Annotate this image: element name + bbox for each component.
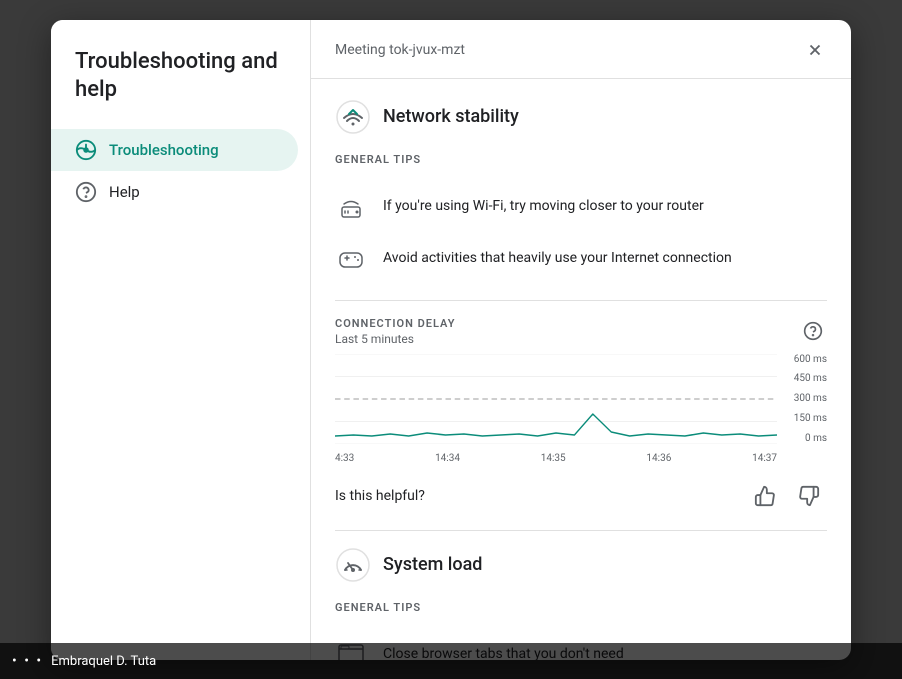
network-stability-title: Network stability: [383, 106, 519, 127]
connection-delay-header: CONNECTION DELAY Last 5 minutes: [335, 317, 827, 346]
helpful-row: Is this helpful?: [335, 478, 827, 514]
thumbs-up-button[interactable]: [747, 478, 783, 514]
general-tips-label-2: GENERAL TIPS: [335, 601, 827, 614]
helpful-text: Is this helpful?: [335, 488, 425, 504]
helpful-buttons: [747, 478, 827, 514]
connection-delay-chart: 600 ms 450 ms 300 ms 150 ms 0 ms: [335, 354, 827, 464]
system-load-header: System load: [335, 547, 827, 583]
troubleshooting-icon: [75, 139, 97, 161]
sidebar-item-help[interactable]: Help: [51, 171, 298, 213]
network-stability-icon: [335, 99, 371, 135]
sidebar-item-troubleshooting[interactable]: Troubleshooting: [51, 129, 298, 171]
divider-2: [335, 530, 827, 531]
main-header: Meeting tok-jvux-mzt: [311, 20, 851, 79]
y-label-150: 150 ms: [794, 413, 827, 424]
connection-delay-title: CONNECTION DELAY: [335, 317, 455, 330]
connection-delay-subtitle: Last 5 minutes: [335, 332, 455, 346]
y-label-600: 600 ms: [794, 354, 827, 365]
x-label-1437: 14:37: [752, 453, 777, 464]
y-label-300: 300 ms: [794, 393, 827, 404]
meeting-id: Meeting tok-jvux-mzt: [335, 42, 465, 58]
bottom-bar-dots: • • •: [12, 653, 43, 669]
tip-internet-text: Avoid activities that heavily use your I…: [383, 250, 732, 266]
general-tips-label-1: GENERAL TIPS: [335, 153, 827, 166]
x-label-433: 4:33: [335, 453, 354, 464]
system-load-icon: [335, 547, 371, 583]
tip-wifi-text: If you're using Wi-Fi, try moving closer…: [383, 198, 704, 214]
modal-overlay: Troubleshooting and help Troubleshooting: [0, 0, 902, 679]
sidebar: Troubleshooting and help Troubleshooting: [51, 20, 311, 660]
connection-delay-help-button[interactable]: [799, 317, 827, 345]
x-label-1434: 14:34: [435, 453, 460, 464]
help-icon: [75, 181, 97, 203]
bottom-bar-name: Embraquel D. Tuta: [51, 654, 156, 669]
close-button[interactable]: [799, 34, 831, 66]
main-scroll[interactable]: Network stability GENERAL TIPS: [311, 79, 851, 660]
network-stability-header: Network stability: [335, 99, 827, 135]
tip-item-wifi: If you're using Wi-Fi, try moving closer…: [335, 180, 827, 232]
y-label-450: 450 ms: [794, 373, 827, 384]
x-label-1436: 14:36: [646, 453, 671, 464]
chart-y-labels: 600 ms 450 ms 300 ms 150 ms 0 ms: [779, 354, 827, 444]
chart-x-labels: 4:33 14:34 14:35 14:36 14:37: [335, 453, 777, 464]
modal-dialog: Troubleshooting and help Troubleshooting: [51, 20, 851, 660]
sidebar-title: Troubleshooting and help: [51, 48, 310, 129]
chart-svg-area: [335, 354, 777, 444]
system-load-title: System load: [383, 554, 482, 575]
wifi-router-icon: [335, 190, 367, 222]
sidebar-item-troubleshooting-label: Troubleshooting: [109, 141, 219, 159]
gamepad-icon: [335, 242, 367, 274]
bottom-bar: • • • Embraquel D. Tuta: [0, 643, 902, 679]
divider-1: [335, 300, 827, 301]
tip-item-internet: Avoid activities that heavily use your I…: [335, 232, 827, 284]
main-content: Meeting tok-jvux-mzt: [311, 20, 851, 660]
sidebar-item-help-label: Help: [109, 183, 140, 201]
thumbs-down-button[interactable]: [791, 478, 827, 514]
y-label-0: 0 ms: [805, 433, 827, 444]
x-label-1435: 14:35: [541, 453, 566, 464]
